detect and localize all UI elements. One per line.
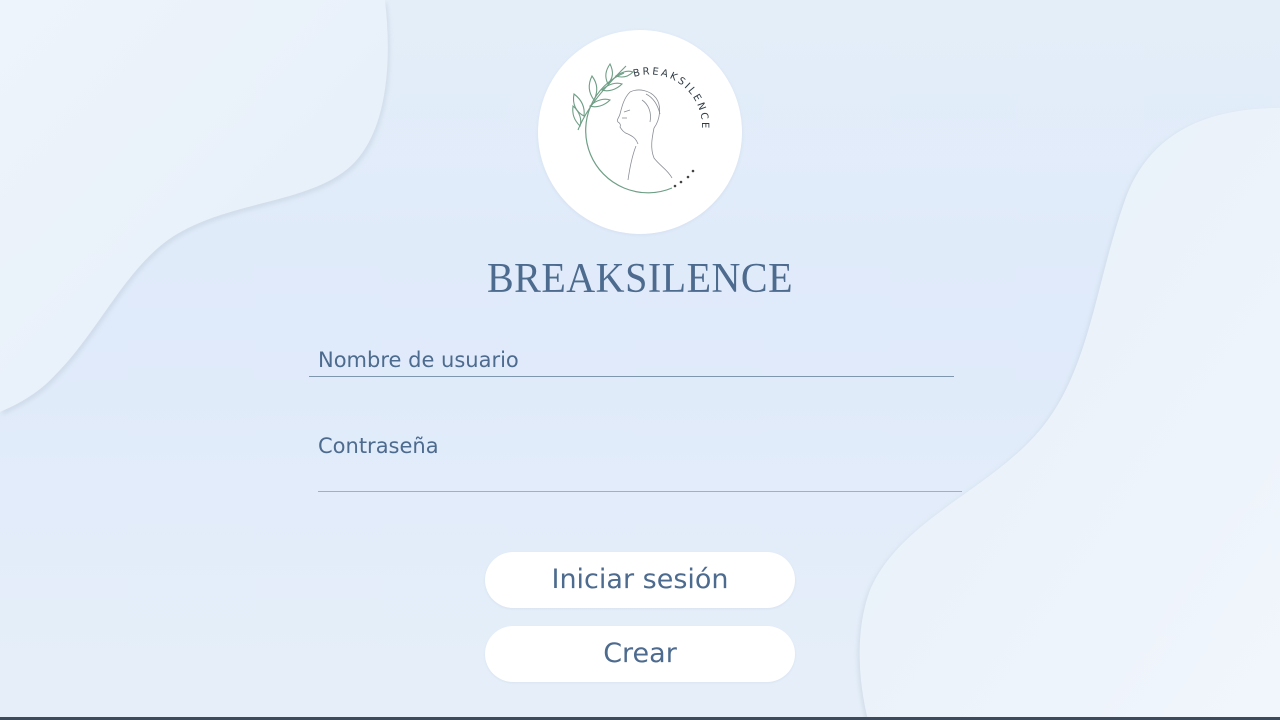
username-input[interactable] xyxy=(309,340,963,380)
login-button[interactable]: Iniciar sesión xyxy=(485,552,795,608)
app-logo: BREAKSILENCE xyxy=(538,30,742,234)
create-account-button[interactable]: Crear xyxy=(485,626,795,682)
password-field[interactable] xyxy=(318,424,962,492)
password-input[interactable] xyxy=(318,426,962,466)
svg-text:BREAKSILENCE: BREAKSILENCE xyxy=(632,66,710,130)
app-title: BREAKSILENCE xyxy=(487,253,793,302)
username-field[interactable] xyxy=(309,338,963,380)
